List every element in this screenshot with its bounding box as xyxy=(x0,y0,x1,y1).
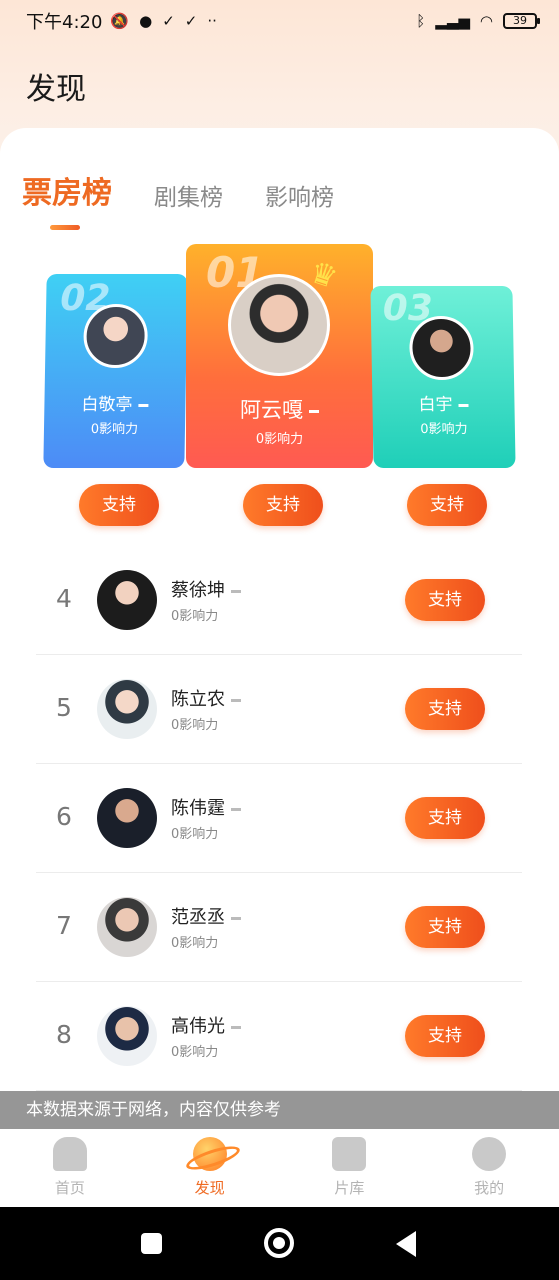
avatar xyxy=(97,897,157,957)
recent-apps-icon[interactable] xyxy=(141,1233,162,1254)
podium-card-second[interactable]: 02 白敬亭 0影响力 xyxy=(43,274,188,468)
check-icon: ✓ xyxy=(184,12,198,30)
trend-dash-icon xyxy=(138,403,149,407)
bottom-nav: 首页 发现 片库 我的 xyxy=(0,1129,559,1207)
influence-score: 0影响力 xyxy=(90,422,139,437)
star-name: 范丞丞 xyxy=(171,903,241,929)
home-icon xyxy=(52,1137,87,1171)
crown-icon: ♛ xyxy=(305,254,342,297)
rank-number: 8 xyxy=(56,1020,72,1049)
avatar xyxy=(83,304,149,368)
influence-score: 0影响力 xyxy=(255,432,304,447)
trend-dash-icon xyxy=(231,916,241,920)
status-time: 下午4:20 xyxy=(26,12,103,33)
avatar xyxy=(97,570,157,630)
mute-icon: 🔕 xyxy=(110,12,130,30)
nav-home[interactable]: 首页 xyxy=(0,1129,140,1207)
status-left-icons: 🔕 ● ✓ ✓ ·· xyxy=(110,12,216,30)
tab-active-indicator xyxy=(50,225,80,230)
tab-label: 票房榜 xyxy=(22,176,112,211)
rank-number: 5 xyxy=(56,693,72,722)
list-item[interactable]: 5 陈立农 0影响力 支持 xyxy=(36,655,522,764)
wifi-icon: ◠ xyxy=(479,12,493,30)
clipboard-icon xyxy=(332,1137,367,1171)
nav-label: 我的 xyxy=(474,1179,505,1197)
avatar xyxy=(97,1006,157,1066)
star-name: 高伟光 xyxy=(171,1012,241,1038)
list-item[interactable]: 4 蔡徐坤 0影响力 支持 xyxy=(36,546,522,655)
back-icon[interactable] xyxy=(396,1231,416,1257)
star-name: 陈伟霆 xyxy=(171,794,241,820)
support-button[interactable]: 支持 xyxy=(405,688,485,730)
influence-score: 0影响力 xyxy=(171,936,219,951)
status-right-icons: ᛒ ▂▃▅ ◠ 39 xyxy=(416,12,540,30)
bluetooth-icon: ᛒ xyxy=(416,12,426,30)
star-name: 白宇 xyxy=(372,390,514,415)
trend-dash-icon xyxy=(231,807,241,811)
influence-score: 0影响力 xyxy=(171,1045,219,1060)
trend-dash-icon xyxy=(309,409,319,413)
battery-icon: 39 xyxy=(503,13,540,29)
podium-card-first[interactable]: 01 ♛ 阿云嘎 0影响力 xyxy=(186,244,373,468)
home-button-icon[interactable] xyxy=(264,1228,294,1258)
influence-score: 0影响力 xyxy=(171,827,219,842)
ranking-tabs: 票房榜 剧集榜 影响榜 xyxy=(22,168,376,230)
nav-label: 片库 xyxy=(334,1179,365,1197)
star-name: 白敬亭 xyxy=(44,390,185,415)
trend-dash-icon xyxy=(231,1025,241,1029)
rank-number: 7 xyxy=(56,911,72,940)
tab-series[interactable]: 剧集榜 xyxy=(154,178,223,212)
trend-dash-icon xyxy=(458,403,469,407)
system-navigation-bar xyxy=(0,1207,559,1280)
chat-icon: ● xyxy=(139,12,153,30)
list-item[interactable]: 7 范丞丞 0影响力 支持 xyxy=(36,873,522,982)
battery-level: 39 xyxy=(513,14,527,27)
status-bar: 下午4:20 🔕 ● ✓ ✓ ·· ᛒ ▂▃▅ ◠ 39 xyxy=(0,0,559,42)
podium-card-third[interactable]: 03 白宇 0影响力 xyxy=(370,286,516,468)
influence-score: 0影响力 xyxy=(420,422,468,437)
list-item[interactable]: 8 高伟光 0影响力 支持 xyxy=(36,982,522,1091)
nav-me[interactable]: 我的 xyxy=(419,1129,559,1207)
influence-score: 0影响力 xyxy=(171,609,219,624)
rank-number: 6 xyxy=(56,802,72,831)
avatar xyxy=(97,788,157,848)
star-name: 阿云嘎 xyxy=(186,394,373,424)
nav-discover[interactable]: 发现 xyxy=(140,1129,280,1207)
support-button-second[interactable]: 支持 xyxy=(79,484,159,526)
nav-label: 首页 xyxy=(54,1179,85,1197)
profile-icon xyxy=(472,1137,507,1171)
nav-library[interactable]: 片库 xyxy=(280,1129,420,1207)
signal-icon: ▂▃▅ xyxy=(435,12,470,30)
rank-number: 4 xyxy=(56,584,72,613)
planet-icon xyxy=(192,1137,227,1171)
more-icon: ·· xyxy=(207,12,217,30)
support-button-first[interactable]: 支持 xyxy=(243,484,323,526)
list-item[interactable]: 6 陈伟霆 0影响力 支持 xyxy=(36,764,522,873)
data-disclaimer: 本数据来源于网络，内容仅供参考 xyxy=(0,1091,559,1129)
support-button-third[interactable]: 支持 xyxy=(407,484,487,526)
check-icon: ✓ xyxy=(162,12,175,30)
trend-dash-icon xyxy=(231,698,241,702)
tab-influence[interactable]: 影响榜 xyxy=(265,178,334,212)
support-button[interactable]: 支持 xyxy=(405,906,485,948)
tab-label: 影响榜 xyxy=(265,185,334,211)
page-title: 发现 xyxy=(26,72,86,107)
nav-label: 发现 xyxy=(194,1179,225,1197)
influence-score: 0影响力 xyxy=(171,718,219,733)
star-name: 陈立农 xyxy=(171,685,241,711)
avatar xyxy=(408,316,475,380)
trend-dash-icon xyxy=(231,589,241,593)
avatar xyxy=(97,679,157,739)
support-button[interactable]: 支持 xyxy=(405,797,485,839)
support-button[interactable]: 支持 xyxy=(405,1015,485,1057)
tab-label: 剧集榜 xyxy=(154,185,223,211)
support-button[interactable]: 支持 xyxy=(405,579,485,621)
tab-box-office[interactable]: 票房榜 xyxy=(22,168,112,230)
star-name: 蔡徐坤 xyxy=(171,576,241,602)
